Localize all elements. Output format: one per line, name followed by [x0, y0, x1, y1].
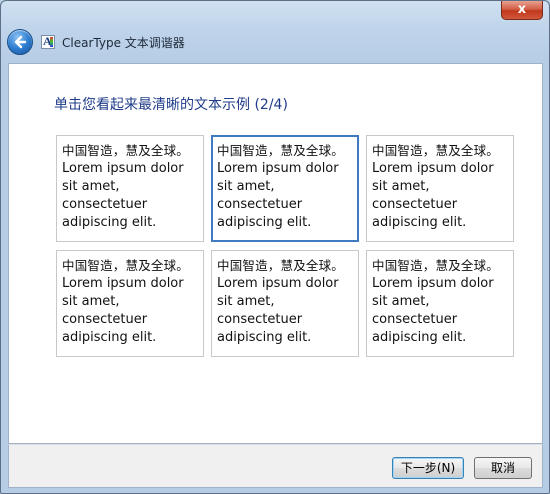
page-heading: 单击您看起来最清晰的文本示例 (2/4) [54, 97, 288, 113]
sample-latin-text: Lorem ipsum dolor sit amet, consectetuer… [62, 276, 184, 345]
next-button[interactable]: 下一步(N) [392, 457, 464, 479]
text-sample-1[interactable]: 中国智造，慧及全球。 Lorem ipsum dolor sit amet, c… [56, 135, 204, 242]
cleartype-app-icon: A [41, 34, 55, 49]
cancel-button[interactable]: 取消 [474, 457, 532, 479]
sample-chinese-text: 中国智造，慧及全球。 [372, 143, 500, 158]
title-bar: A ClearType 文本调谐器 [7, 27, 543, 57]
sample-chinese-text: 中国智造，慧及全球。 [217, 258, 345, 273]
sample-chinese-text: 中国智造，慧及全球。 [62, 258, 190, 273]
back-button[interactable] [7, 29, 33, 55]
cleartype-window: x A ClearType 文本调谐器 单击您看起来最清晰的文本示例 (2/4)… [0, 0, 550, 494]
window-title: ClearType 文本调谐器 [62, 35, 185, 50]
sample-chinese-text: 中国智造，慧及全球。 [372, 258, 500, 273]
sample-latin-text: Lorem ipsum dolor sit amet, consectetuer… [372, 161, 494, 230]
sample-latin-text: Lorem ipsum dolor sit amet, consectetuer… [372, 276, 494, 345]
close-icon: x [517, 2, 527, 17]
sample-latin-text: Lorem ipsum dolor sit amet, consectetuer… [217, 276, 339, 345]
close-button[interactable]: x [501, 1, 543, 20]
sample-chinese-text: 中国智造，慧及全球。 [217, 143, 345, 158]
sample-latin-text: Lorem ipsum dolor sit amet, consectetuer… [62, 161, 184, 230]
back-arrow-icon [14, 35, 27, 49]
text-sample-6[interactable]: 中国智造，慧及全球。 Lorem ipsum dolor sit amet, c… [366, 250, 514, 357]
main-content: 单击您看起来最清晰的文本示例 (2/4) 中国智造，慧及全球。 Lorem ip… [8, 63, 543, 444]
text-sample-3[interactable]: 中国智造，慧及全球。 Lorem ipsum dolor sit amet, c… [366, 135, 514, 242]
sample-chinese-text: 中国智造，慧及全球。 [62, 143, 190, 158]
text-sample-4[interactable]: 中国智造，慧及全球。 Lorem ipsum dolor sit amet, c… [56, 250, 204, 357]
sample-latin-text: Lorem ipsum dolor sit amet, consectetuer… [217, 161, 339, 230]
text-sample-5[interactable]: 中国智造，慧及全球。 Lorem ipsum dolor sit amet, c… [211, 250, 359, 357]
button-bar: 下一步(N) 取消 [8, 444, 543, 488]
text-sample-2[interactable]: 中国智造，慧及全球。 Lorem ipsum dolor sit amet, c… [211, 135, 359, 242]
